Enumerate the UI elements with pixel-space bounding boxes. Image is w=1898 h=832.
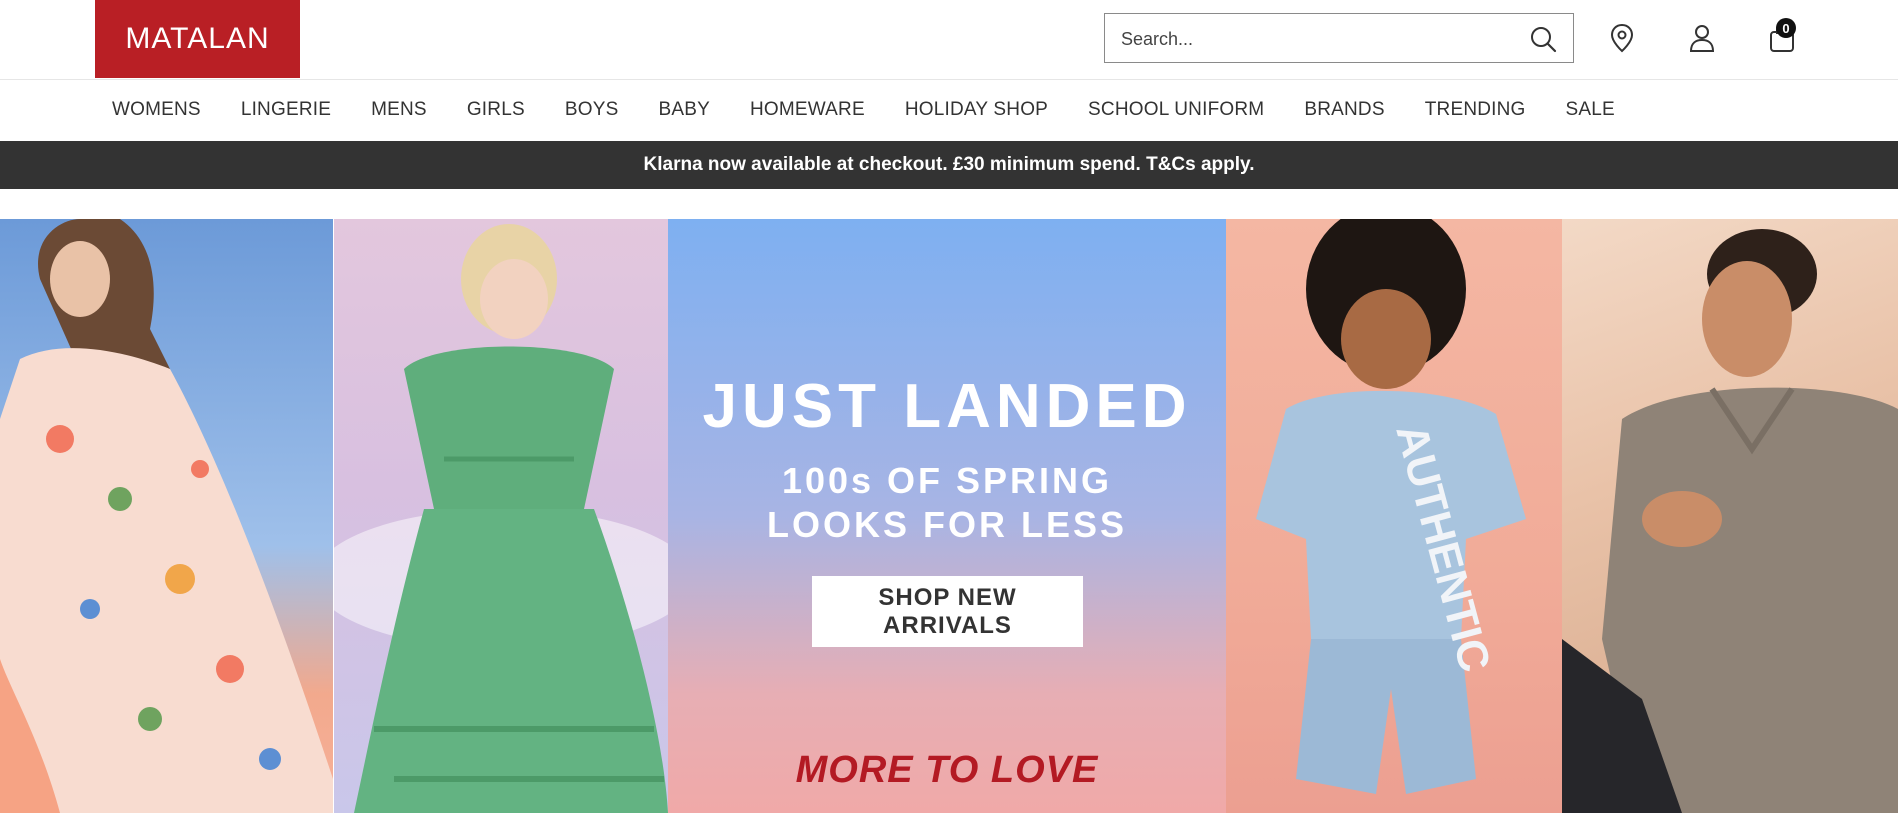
promo-banner[interactable]: Klarna now available at checkout. £30 mi… xyxy=(0,141,1898,189)
hero-promo-center[interactable]: JUST LANDED 100s OF SPRING LOOKS FOR LES… xyxy=(668,219,1226,813)
more-to-love-text: MORE TO LOVE xyxy=(795,749,1099,791)
nav-item-girls[interactable]: GIRLS xyxy=(467,99,525,121)
nav-item-homeware[interactable]: HOMEWARE xyxy=(750,99,865,121)
store-locator-icon[interactable] xyxy=(1606,22,1638,54)
shop-new-arrivals-button[interactable]: SHOP NEW ARRIVALS xyxy=(812,576,1083,647)
nav-item-mens[interactable]: MENS xyxy=(371,99,427,121)
search-box[interactable] xyxy=(1104,13,1574,63)
nav-item-sale[interactable]: SALE xyxy=(1566,99,1615,121)
boy-blue-outfit-image: AUTHENTIC xyxy=(1256,219,1526,794)
hero-image-womens[interactable] xyxy=(0,219,333,813)
hero-title: JUST LANDED xyxy=(702,372,1192,441)
woman-floral-dress-image xyxy=(0,219,333,813)
nav-item-school-uniform[interactable]: SCHOOL UNIFORM xyxy=(1088,99,1264,121)
hero-image-mens[interactable] xyxy=(1562,219,1898,813)
nav-item-trending[interactable]: TRENDING xyxy=(1425,99,1526,121)
matalan-logo[interactable]: MATALAN xyxy=(95,0,300,78)
cart-count-badge: 0 xyxy=(1776,18,1796,38)
nav-item-lingerie[interactable]: LINGERIE xyxy=(241,99,331,121)
girl-green-dress-image xyxy=(334,224,668,813)
nav-item-boys[interactable]: BOYS xyxy=(565,99,619,121)
nav-item-baby[interactable]: BABY xyxy=(658,99,710,121)
hero-banner[interactable]: JUST LANDED 100s OF SPRING LOOKS FOR LES… xyxy=(0,219,1898,813)
nav-item-womens[interactable]: WOMENS xyxy=(112,99,201,121)
man-polo-shirt-image xyxy=(1562,229,1898,813)
account-icon[interactable] xyxy=(1686,22,1718,54)
hero-image-boys[interactable]: AUTHENTIC xyxy=(1226,219,1562,813)
main-navigation: WOMENS LINGERIE MENS GIRLS BOYS BABY HOM… xyxy=(0,80,1898,140)
site-header: MATALAN 0 xyxy=(0,0,1898,80)
search-input[interactable] xyxy=(1119,24,1513,54)
nav-item-brands[interactable]: BRANDS xyxy=(1304,99,1384,121)
hero-subtitle: 100s OF SPRING LOOKS FOR LESS xyxy=(766,460,1128,545)
promo-text: Klarna now available at checkout. £30 mi… xyxy=(643,154,1255,175)
hero-image-girls[interactable] xyxy=(334,219,668,813)
search-icon[interactable] xyxy=(1529,25,1557,53)
nav-item-holiday-shop[interactable]: HOLIDAY SHOP xyxy=(905,99,1048,121)
